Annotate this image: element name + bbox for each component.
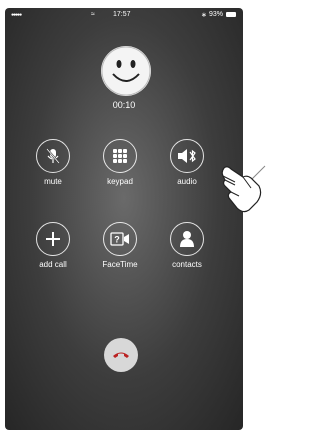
keypad-button[interactable]	[103, 139, 137, 173]
battery-percent: 93%	[209, 11, 224, 18]
smiley-face-icon	[101, 46, 151, 96]
audio-label: audio	[177, 177, 197, 186]
mute-label: mute	[44, 177, 62, 186]
status-bar: ●●●●● ≈ 17:57 ∗ 93%	[5, 8, 243, 22]
bluetooth-speaker-icon	[178, 149, 196, 163]
signal-strength: ●●●●●	[11, 12, 22, 18]
muted-microphone-icon	[46, 148, 60, 164]
contacts-button[interactable]	[170, 222, 204, 256]
audio-button[interactable]	[170, 139, 204, 173]
mute-button[interactable]	[36, 139, 70, 173]
keypad-grid-icon	[113, 149, 127, 163]
status-time: 17:57	[113, 11, 131, 18]
plus-icon	[46, 232, 60, 246]
facetime-button[interactable]: ?	[103, 222, 137, 256]
facetime-camera-icon: ?	[110, 232, 129, 246]
hang-up-phone-icon	[113, 352, 129, 358]
call-duration: 00:10	[112, 100, 136, 110]
bluetooth-icon: ∗	[201, 12, 207, 19]
add-call-label: add call	[39, 260, 67, 269]
wifi-icon: ≈	[91, 11, 95, 18]
battery-icon	[226, 12, 236, 17]
add-call-button[interactable]	[36, 222, 70, 256]
contacts-label: contacts	[172, 260, 202, 269]
end-call-button[interactable]	[104, 338, 138, 372]
person-icon	[180, 231, 194, 247]
keypad-label: keypad	[107, 177, 133, 186]
call-screen: ●●●●● ≈ 17:57 ∗ 93% 00:10 mute keypad au…	[5, 8, 243, 430]
pointing-hand-icon	[221, 165, 266, 213]
svg-text:?: ?	[114, 235, 120, 245]
facetime-label: FaceTime	[102, 260, 138, 269]
